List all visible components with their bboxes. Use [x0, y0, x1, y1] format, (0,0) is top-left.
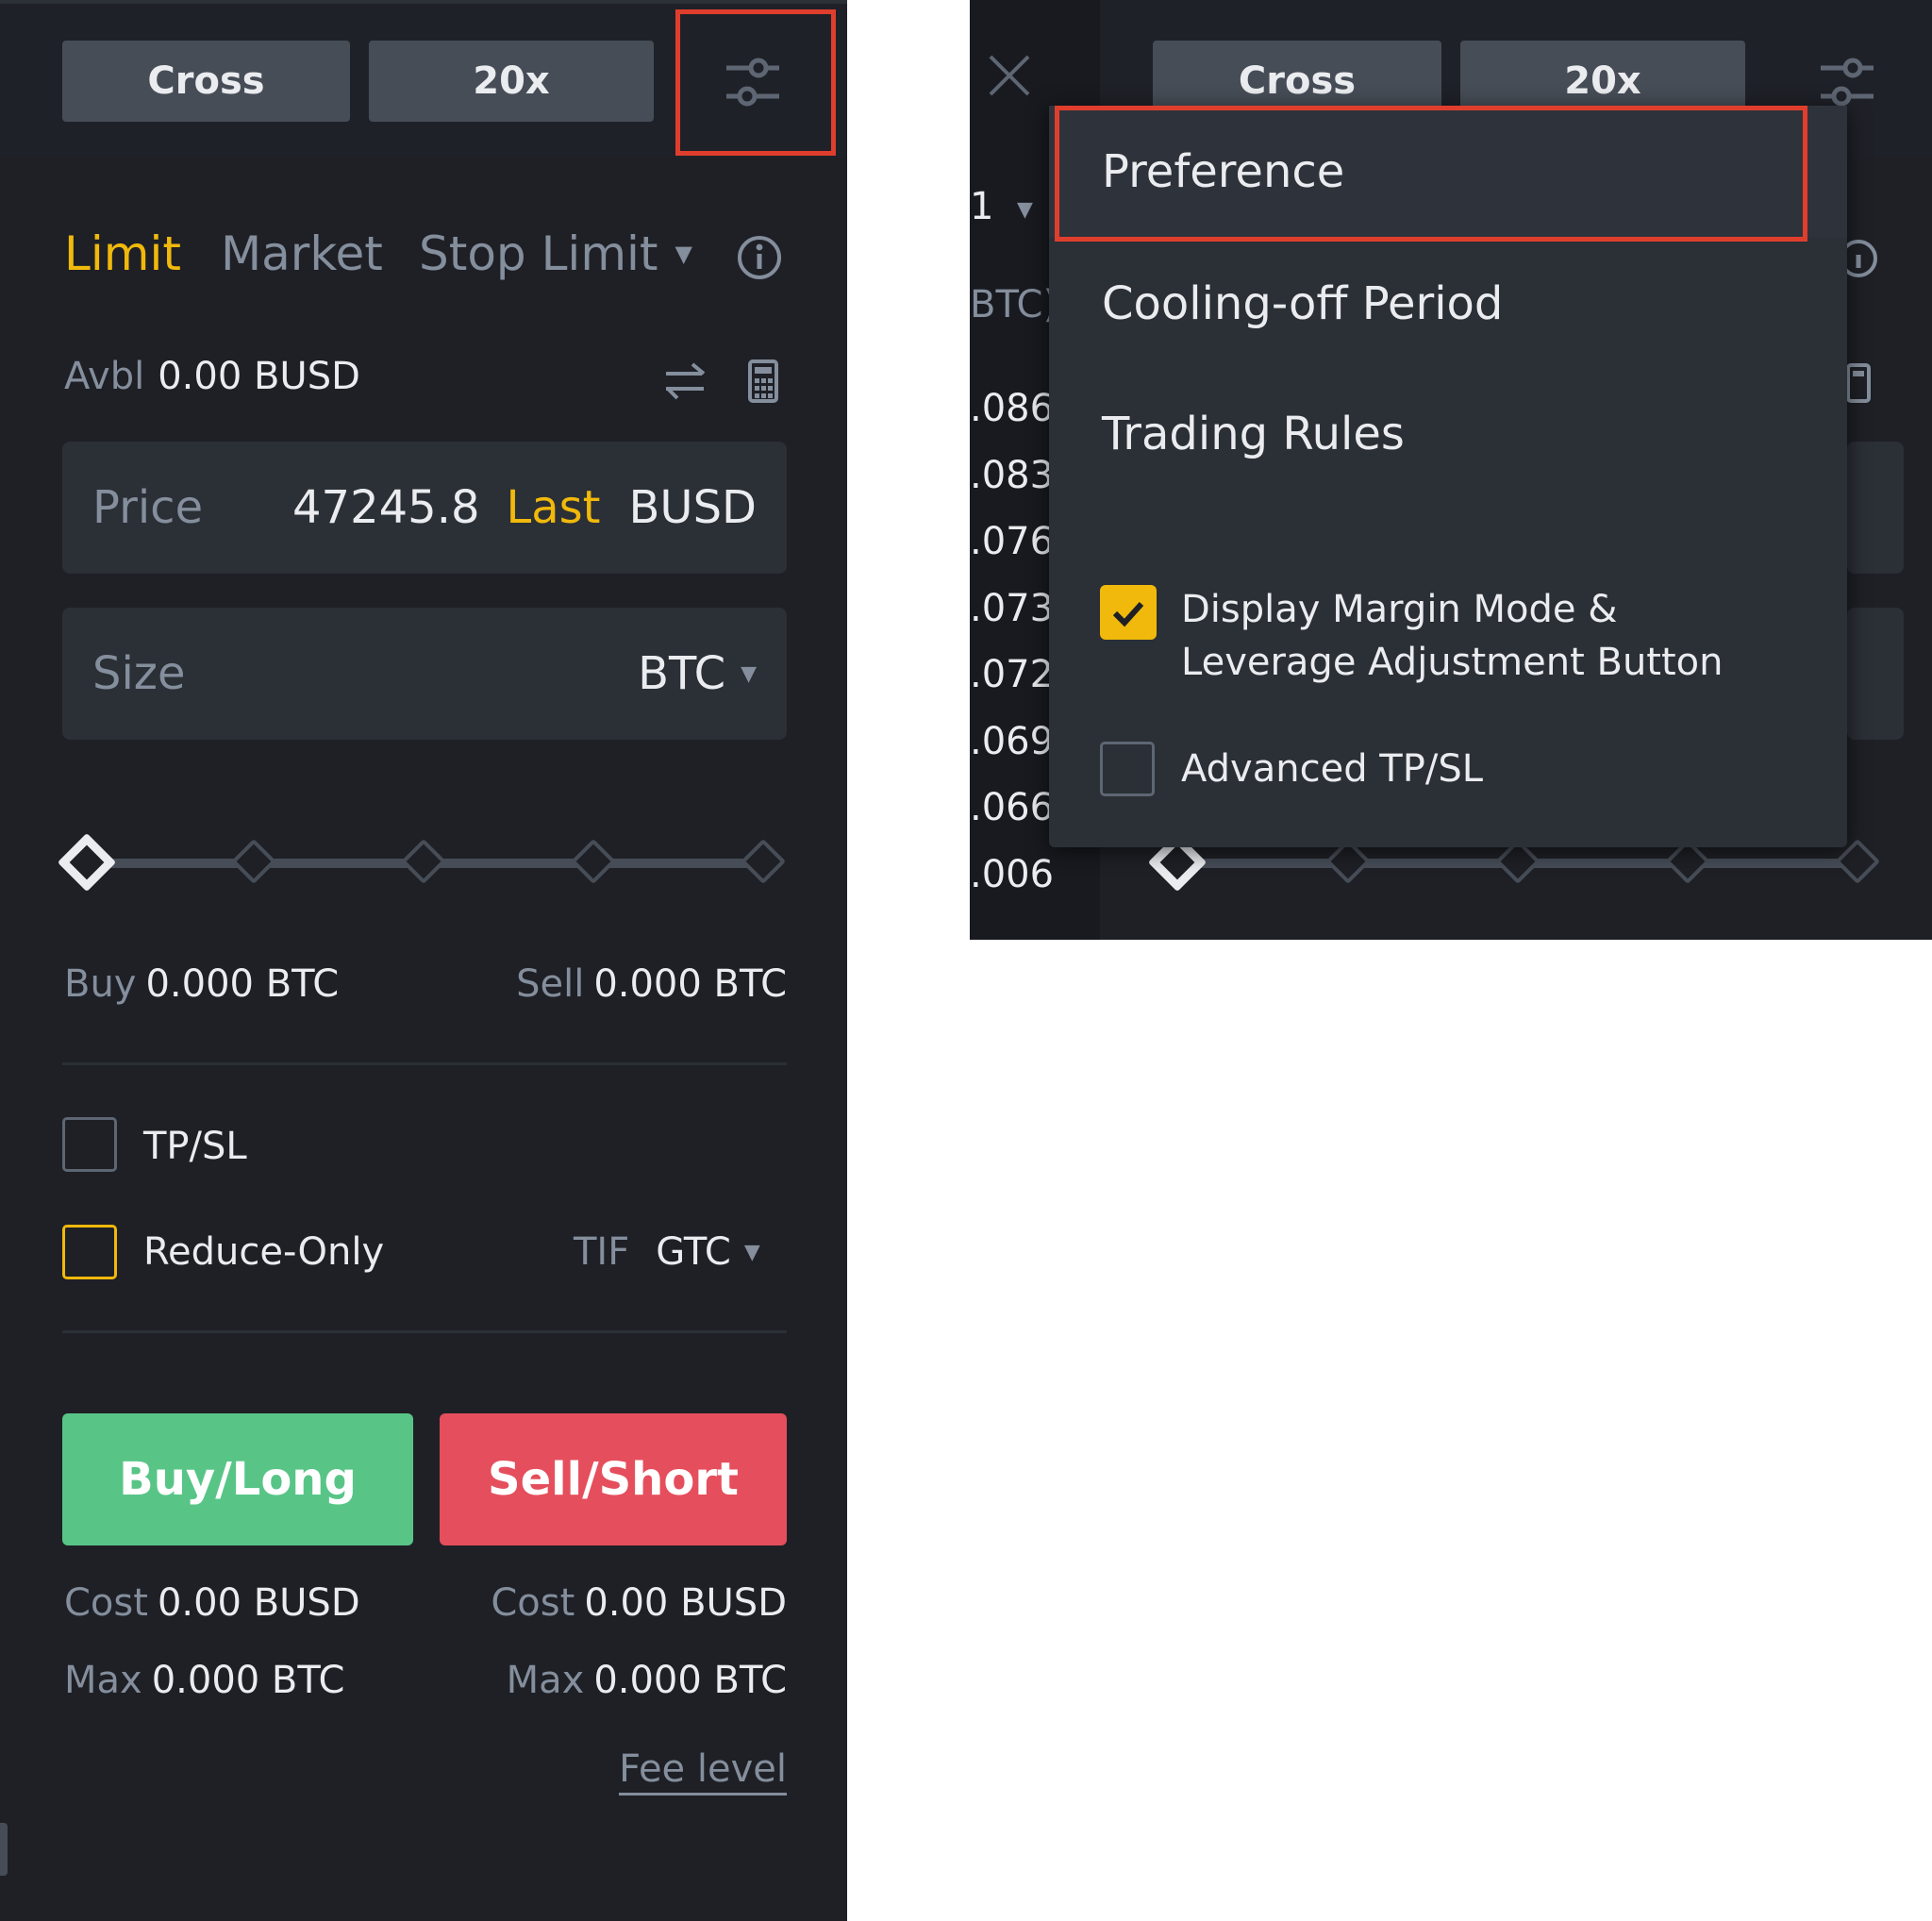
fee-level-link[interactable]: Fee level [619, 1747, 787, 1796]
tif-label: TIF [574, 1230, 630, 1274]
size-unit-select[interactable]: BTC [638, 647, 725, 700]
bg-price: .083 [970, 453, 1055, 497]
max-sell: Max 0.000 BTC [507, 1659, 787, 1702]
reduce-only-label: Reduce-Only [143, 1230, 385, 1274]
tab-limit[interactable]: Limit [64, 226, 181, 281]
tab-market[interactable]: Market [221, 226, 383, 281]
divider [62, 1062, 787, 1065]
close-icon[interactable] [985, 51, 1034, 100]
bg-fragment-one: 1 [970, 185, 994, 228]
slider-step-100[interactable] [740, 838, 787, 885]
check-icon [1112, 601, 1144, 627]
size-input-fragment [1847, 608, 1904, 740]
display-margin-checkbox[interactable] [1100, 585, 1157, 640]
buy-amount: Buy 0.000 BTC [64, 962, 339, 1006]
transfer-icon[interactable] [660, 357, 709, 406]
preference-highlight-box [1055, 106, 1807, 242]
avbl-label: Avbl [64, 355, 145, 398]
buy-long-button[interactable]: Buy/Long [62, 1413, 413, 1545]
info-icon [1840, 238, 1887, 279]
calculator-icon [1845, 362, 1874, 404]
cost-label: Cost [491, 1581, 575, 1625]
price-label: Price [92, 481, 204, 534]
info-icon[interactable] [736, 234, 783, 281]
tab-stop-limit[interactable]: Stop Limit ▼ [419, 226, 692, 281]
advanced-tpsl-label: Advanced TP/SL [1181, 747, 1483, 791]
size-label: Size [92, 647, 186, 700]
max-label: Max [506, 1659, 585, 1702]
tif-value: GTC [656, 1230, 731, 1274]
bg-price: .066 [970, 786, 1055, 829]
menu-item-cooling-off[interactable]: Cooling-off Period [1102, 277, 1503, 330]
order-panel: Cross 20x Limit Market Stop Limit ▼ Avbl… [0, 0, 847, 1921]
reduce-only-checkbox[interactable] [62, 1225, 117, 1279]
cost-buy: Cost 0.00 BUSD [64, 1581, 360, 1625]
menu-item-trading-rules[interactable]: Trading Rules [1102, 408, 1405, 460]
sell-label: Sell [516, 962, 585, 1006]
sell-short-button[interactable]: Sell/Short [440, 1413, 787, 1545]
divider [62, 1330, 787, 1333]
bg-price: .076 [970, 520, 1055, 563]
buy-value: 0.000 BTC [145, 962, 340, 1006]
cost-sell-value: 0.00 BUSD [584, 1581, 787, 1625]
cost-buy-value: 0.00 BUSD [157, 1581, 360, 1625]
scrollbar[interactable] [0, 1823, 8, 1876]
max-buy: Max 0.000 BTC [64, 1659, 344, 1702]
price-unit: BUSD [628, 481, 758, 534]
max-label: Max [64, 1659, 142, 1702]
settings-sliders-icon[interactable] [723, 54, 783, 110]
bg-price: .086 [970, 387, 1055, 430]
available-balance: Avbl 0.00 BUSD [64, 355, 360, 398]
price-input-fragment [1847, 442, 1904, 574]
tif-select[interactable]: TIF GTC ▼ [574, 1230, 760, 1274]
slider-handle[interactable] [57, 832, 117, 893]
size-input[interactable]: Size BTC ▼ [62, 608, 787, 740]
max-buy-value: 0.000 BTC [151, 1659, 345, 1702]
price-input[interactable]: Price 47245.8 Last BUSD [62, 442, 787, 574]
cost-label: Cost [64, 1581, 148, 1625]
leverage-button[interactable]: 20x [369, 41, 654, 122]
display-margin-label: Display Margin Mode & Leverage Adjustmen… [1181, 588, 1724, 684]
margin-mode-button[interactable]: Cross [62, 41, 350, 122]
price-last-button[interactable]: Last [507, 481, 601, 534]
avbl-value: 0.00 BUSD [158, 355, 360, 398]
tpsl-label: TP/SL [143, 1125, 247, 1168]
slider-step-50[interactable] [400, 838, 447, 885]
tpsl-checkbox[interactable] [62, 1117, 117, 1172]
slider-step-25[interactable] [230, 838, 277, 885]
advanced-tpsl-checkbox[interactable] [1100, 742, 1155, 796]
bg-price: .069 [970, 719, 1055, 763]
sell-amount: Sell 0.000 BTC [516, 962, 787, 1006]
bg-price: .073 [970, 586, 1055, 630]
cost-sell: Cost 0.00 BUSD [491, 1581, 787, 1625]
calculator-icon[interactable] [747, 359, 779, 404]
chevron-down-icon: ▼ [741, 661, 757, 686]
chevron-down-icon: ▼ [743, 1240, 760, 1264]
chevron-down-icon: ▼ [675, 241, 692, 267]
bg-price: .072 [970, 653, 1055, 696]
bg-price-list: .086 .083 .076 .073 .072 .069 .066 .006 [970, 376, 1054, 908]
price-value: 47245.8 [292, 481, 480, 534]
bg-price: .006 [970, 852, 1055, 896]
bg-fragment-header: BTC) [970, 283, 1058, 326]
sell-value: 0.000 BTC [593, 962, 787, 1006]
tab-stop-limit-label: Stop Limit [419, 226, 658, 281]
buy-label: Buy [64, 962, 137, 1006]
preference-menu-view: 1 ▼ BTC) .086 .083 .076 .073 .072 .069 .… [970, 0, 1932, 940]
slider-step-75[interactable] [570, 838, 617, 885]
max-sell-value: 0.000 BTC [593, 1659, 787, 1702]
settings-sliders-icon[interactable] [1817, 54, 1877, 110]
chevron-down-icon: ▼ [1017, 198, 1033, 222]
